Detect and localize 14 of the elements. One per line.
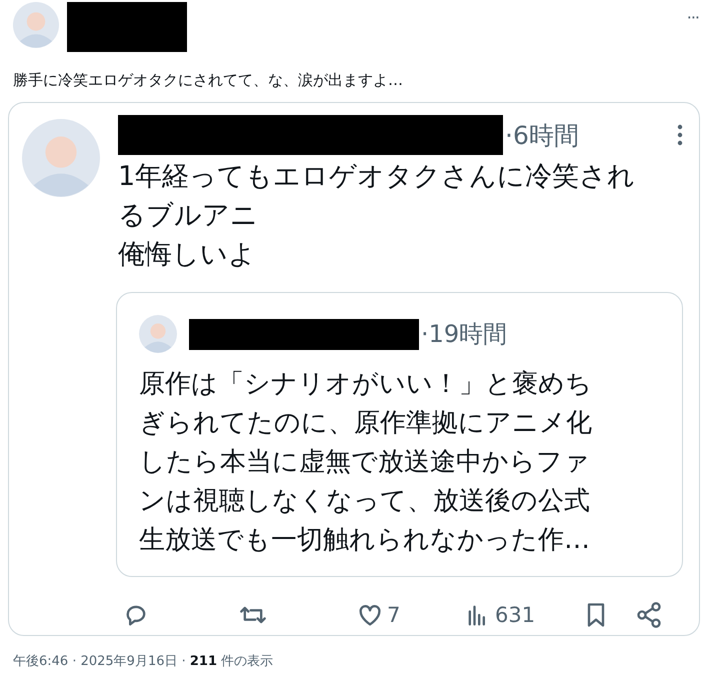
post-text-line: 1年経ってもエロゲオタクさんに冷笑されるブルアニ [118,160,636,233]
bar-chart-button[interactable]: 631 [464,601,582,629]
share-icon [635,601,663,629]
post-time: ·19時間 [421,319,508,350]
more-icon[interactable] [677,123,683,147]
post-text-line: 俺悔しいよ [118,238,257,272]
quoted-post-card[interactable]: ·6時間 1年経ってもエロゲオタクさんに冷笑されるブルアニ 俺悔しいよ ·19時間 原作は「シナリオがいい！」と褒めちぎられてたのに、原作準拠にアニメ化したら本当に虚無で放送途中からファンは視聴しなくなって、放送後の公式生放送でも一切触れられなかった作… 7 631 [8,102,700,636]
heart-button[interactable]: 7 [356,601,464,629]
more-button[interactable]: ··· [686,8,699,27]
quoted-post-card[interactable]: ·19時間 原作は「シナリオがいい！」と褒めちぎられてたのに、原作準拠にアニメ化したら本当に虚無で放送途中からファンは視聴しなくなって、放送後の公式生放送でも一切触れられなかった作… [116,292,683,577]
post-text: 原作は「シナリオがいい！」と褒めちぎられてたのに、原作準拠にアニメ化したら本当に虚無で放送途中からファンは視聴しなくなって、放送後の公式生放送でも一切触れられなかった作… [139,368,593,557]
post-time: ·6時間 [505,120,579,152]
post-text: 勝手に冷笑エロゲオタクにされてて、な、涙が出ますよ… [13,70,404,90]
post-meta: 午後6:46 · 2025年9月16日 · 211 件の表示 [13,654,274,669]
